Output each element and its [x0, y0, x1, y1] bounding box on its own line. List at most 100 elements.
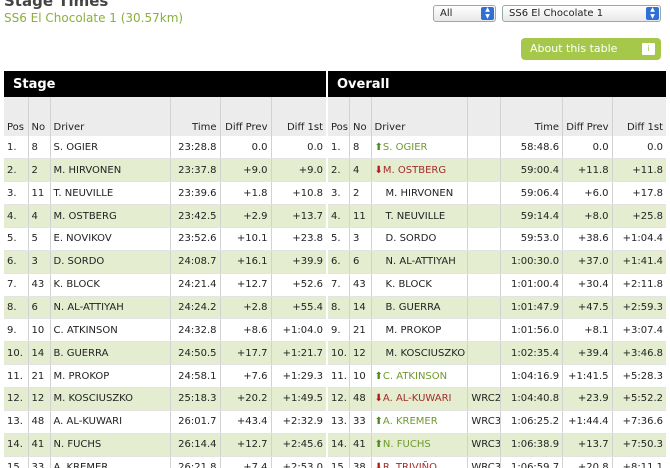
time-cell: 26:21.8: [169, 456, 220, 468]
driver-name: M. PROKOP: [385, 324, 442, 336]
pos-cell: 3.: [4, 181, 28, 206]
pos-cell: 7.: [328, 273, 350, 297]
diff-1st-cell: +2:11.8: [611, 273, 666, 297]
car-number-cell: 38: [349, 456, 372, 468]
diff-prev-cell: +47.5: [562, 296, 613, 320]
car-number-cell: 2: [27, 158, 50, 183]
class-cell: [467, 364, 501, 388]
pos-cell: 4.: [4, 204, 28, 228]
time-cell: 26:14.4: [169, 433, 220, 457]
pos-cell: 11.: [328, 364, 350, 388]
class-cell: [467, 158, 501, 183]
diff-1st-cell: +11.8: [611, 158, 666, 183]
stage-select[interactable]: SS6 El Chocolate 1 ▲ ▼: [502, 5, 661, 22]
driver-cell: M. PROKOP: [49, 364, 170, 388]
time-cell: 23:42.5: [169, 204, 220, 228]
about-table-button[interactable]: About this table i: [521, 38, 661, 60]
time-cell: 58:48.6: [499, 136, 563, 160]
diff-1st-cell: +1:49.5: [270, 387, 327, 411]
driver-cell: B. GUERRA: [49, 341, 170, 366]
car-number-cell: 6: [349, 250, 372, 274]
driver-cell: M. KOSCIUSZKO: [370, 341, 468, 366]
car-number-cell: 11: [27, 181, 50, 206]
position-down-icon: ⬇: [374, 393, 383, 405]
col-no: No: [349, 97, 372, 136]
table-row: 1. 8 S. OGIER 23:28.8 0.0 0.0: [4, 136, 327, 160]
table-row: 6. 3 D. SORDO 24:08.7 +16.1 +39.9: [4, 250, 327, 274]
time-cell: 23:52.6: [169, 227, 220, 251]
pos-cell: 14.: [4, 433, 28, 457]
time-cell: 1:04:16.9: [499, 364, 563, 388]
time-cell: 24:24.2: [169, 296, 220, 320]
table-row: 8. 14 B. GUERRA 1:01:47.9 +47.5 +2:59.3: [328, 296, 666, 320]
table-row: 5. 3 D. SORDO 59:53.0 +38.6 +1:04.4: [328, 227, 666, 251]
filter-select[interactable]: All ▲ ▼: [433, 5, 496, 22]
driver-cell: K. BLOCK: [49, 273, 170, 297]
driver-name: N. AL-ATTIYAH: [385, 256, 456, 268]
table-row: 8. 6 N. AL-ATTIYAH 24:24.2 +2.8 +55.4: [4, 296, 327, 320]
table-row: 2. 2 M. HIRVONEN 23:37.8 +9.0 +9.0: [4, 158, 327, 183]
time-cell: 23:28.8: [169, 136, 220, 160]
table-row: 9. 10 C. ATKINSON 24:32.8 +8.6 +1:04.0: [4, 318, 327, 343]
table-row: 7. 43 K. BLOCK 1:01:00.4 +30.4 +2:11.8: [328, 273, 666, 297]
driver-name: R. TRIVIÑO: [382, 461, 438, 468]
car-number-cell: 12: [349, 341, 372, 366]
pos-cell: 8.: [328, 296, 350, 320]
pos-cell: 6.: [328, 250, 350, 274]
car-number-cell: 4: [349, 158, 372, 183]
pos-cell: 13.: [4, 410, 28, 434]
class-cell: [467, 227, 501, 251]
pos-cell: 12.: [328, 387, 350, 411]
car-number-cell: 14: [349, 296, 372, 320]
class-cell: [467, 273, 501, 297]
diff-prev-cell: +2.8: [219, 296, 271, 320]
diff-1st-cell: +3:46.8: [611, 341, 666, 366]
diff-prev-cell: +6.0: [562, 181, 613, 206]
diff-prev-cell: +20.8: [562, 456, 613, 468]
car-number-cell: 5: [27, 227, 50, 251]
table-row: 9. 21 M. PROKOP 1:01:56.0 +8.1 +3:07.4: [328, 318, 666, 343]
car-number-cell: 12: [27, 387, 50, 411]
car-number-cell: 41: [27, 433, 50, 457]
class-cell: [467, 204, 501, 228]
time-cell: 24:50.5: [169, 341, 220, 366]
car-number-cell: 2: [349, 181, 372, 206]
diff-prev-cell: +2.9: [219, 204, 271, 228]
diff-prev-cell: +8.6: [219, 318, 271, 343]
driver-cell: N. FUCHS: [49, 433, 170, 457]
stage-times-table: Stage Pos No Driver Time Diff Prev Diff …: [4, 71, 327, 468]
diff-1st-cell: +1:04.0: [270, 318, 327, 343]
car-number-cell: 10: [27, 318, 50, 343]
pos-cell: 1.: [328, 136, 350, 160]
diff-prev-cell: +13.7: [562, 433, 613, 457]
driver-cell: N. AL-ATTIYAH: [370, 250, 468, 274]
driver-name: M. OSTBERG: [382, 164, 447, 176]
driver-cell: C. ATKINSON: [49, 318, 170, 343]
diff-prev-cell: +23.9: [562, 387, 613, 411]
driver-name: S. OGIER: [382, 141, 428, 153]
table-row: 4. 11 T. NEUVILLE 59:14.4 +8.0 +25.8: [328, 204, 666, 228]
col-diff-prev: Diff Prev: [219, 97, 271, 136]
car-number-cell: 48: [349, 387, 372, 411]
pos-cell: 12.: [4, 387, 28, 411]
table-row: 11. 10 ⬆C. ATKINSON 1:04:16.9 +1:41.5 +5:28.3: [328, 364, 666, 388]
driver-cell: ⬇R. TRIVIÑO: [370, 456, 468, 468]
driver-cell: ⬆C. ATKINSON: [370, 364, 468, 388]
diff-prev-cell: +8.0: [562, 204, 613, 228]
driver-name: K. BLOCK: [385, 279, 432, 291]
class-cell: WRC3: [467, 456, 501, 468]
diff-1st-cell: +2:32.9: [270, 410, 327, 434]
diff-prev-cell: +12.7: [219, 273, 271, 297]
table-row: 10. 14 B. GUERRA 24:50.5 +17.7 +1:21.7: [4, 341, 327, 366]
car-number-cell: 41: [349, 433, 372, 457]
diff-prev-cell: +1.8: [219, 181, 271, 206]
driver-name: T. NEUVILLE: [385, 210, 446, 222]
diff-1st-cell: +9.0: [270, 158, 327, 183]
col-no: No: [27, 97, 50, 136]
overall-standings-table: Overall Pos No Driver Time Diff Prev Dif…: [328, 71, 666, 468]
pos-cell: 14.: [328, 433, 350, 457]
driver-name: A. KREMER: [382, 416, 438, 428]
time-cell: 1:06:38.9: [499, 433, 563, 457]
diff-1st-cell: +52.6: [270, 273, 327, 297]
time-cell: 1:06:25.2: [499, 410, 563, 434]
